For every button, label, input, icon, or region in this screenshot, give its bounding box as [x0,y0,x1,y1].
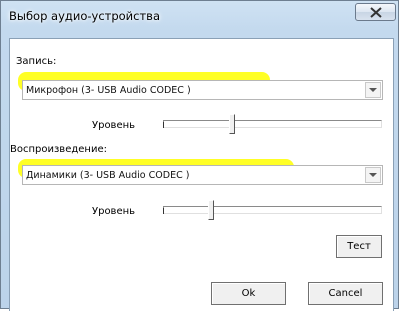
ok-button[interactable]: Ok [211,282,286,305]
recording-level-tick [163,122,164,128]
recording-level-slider[interactable] [163,112,382,136]
chevron-down-icon [369,88,377,92]
title-bar[interactable]: Выбор аудио-устройства [1,1,398,31]
playback-level-tick [163,208,164,214]
chevron-down-icon [369,173,377,177]
recording-level-thumb[interactable] [229,114,235,134]
test-button[interactable]: Тест [336,235,382,258]
playback-dropdown-button[interactable] [365,167,381,183]
playback-device-select[interactable]: Динамики (3- USB Audio CODEC ) [22,165,383,185]
playback-level-track [163,206,382,214]
close-icon [370,7,382,18]
playback-level-thumb[interactable] [208,200,214,220]
recording-section-label: Запись: [16,56,57,67]
playback-level-label: Уровень [92,206,136,217]
playback-level-slider[interactable] [163,198,382,222]
window-title: Выбор аудио-устройства [9,9,160,23]
recording-level-track [163,120,382,128]
playback-device-value: Динамики (3- USB Audio CODEC ) [26,170,190,181]
playback-section-label: Воспроизведение: [10,144,107,155]
cancel-button[interactable]: Cancel [308,282,383,305]
dialog-content: Запись: Микрофон (3- USB Audio CODEC ) У… [9,38,394,311]
recording-dropdown-button[interactable] [365,82,381,98]
recording-level-label: Уровень [92,120,136,131]
dialog-window: Выбор аудио-устройства Запись: Микрофон … [0,0,399,311]
recording-highlight-top [18,80,270,91]
close-button[interactable] [355,3,396,21]
